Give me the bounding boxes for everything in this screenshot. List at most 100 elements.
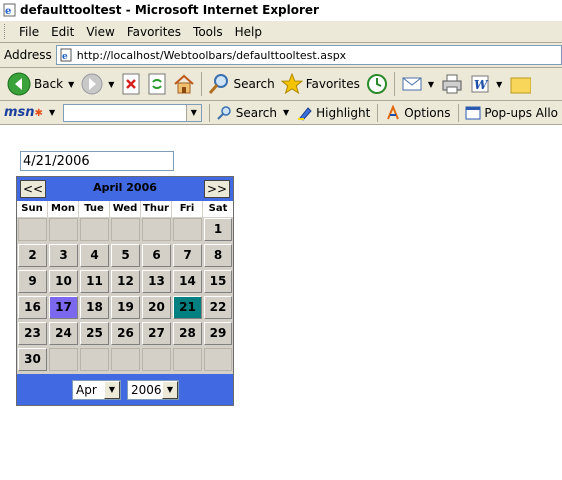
home-icon — [174, 74, 195, 94]
page-content: 4/21/2006 << April 2006 >> Sun Mon Tue W… — [0, 125, 562, 480]
chevron-down-icon[interactable]: ▼ — [104, 381, 120, 399]
calendar-empty-cell — [80, 218, 109, 241]
dow-mon: Mon — [48, 201, 79, 217]
msn-toolbar: msn✱ ▼ ▼ Search ▼ Highlight Options Pop-… — [0, 101, 562, 125]
calendar-day-1[interactable]: 1 — [204, 218, 232, 241]
calendar-day-25[interactable]: 25 — [80, 322, 109, 345]
calendar-day-18[interactable]: 18 — [80, 296, 109, 319]
print-button[interactable] — [438, 70, 466, 98]
print-icon — [442, 74, 462, 94]
year-select[interactable]: 2006 ▼ — [127, 380, 179, 400]
calendar-empty-cell — [204, 348, 232, 371]
highlighter-icon — [298, 106, 312, 121]
refresh-icon — [148, 73, 166, 95]
calendar-day-8[interactable]: 8 — [204, 244, 232, 267]
calendar-day-15[interactable]: 15 — [204, 270, 232, 293]
calendar-day-4[interactable]: 4 — [80, 244, 109, 267]
home-button[interactable] — [170, 70, 198, 98]
address-field[interactable]: e http://localhost/Webtoolbars/defaultto… — [55, 45, 562, 65]
folder-icon — [510, 77, 532, 94]
calendar-header: << April 2006 >> — [17, 177, 233, 201]
calendar-day-12[interactable]: 12 — [111, 270, 140, 293]
menu-edit[interactable]: Edit — [45, 25, 80, 39]
dow-fri: Fri — [172, 201, 203, 217]
date-input[interactable]: 4/21/2006 — [20, 151, 174, 171]
msn-search-input[interactable]: ▼ — [63, 103, 202, 122]
day-of-week-row: Sun Mon Tue Wed Thur Fri Sat — [17, 201, 233, 217]
stop-icon — [122, 73, 140, 95]
chevron-down-icon[interactable]: ▼ — [162, 381, 178, 399]
calendar-day-16[interactable]: 16 — [18, 296, 47, 319]
mail-button[interactable] — [398, 70, 426, 98]
menu-bar: File Edit View Favorites Tools Help — [0, 20, 562, 43]
calendar-day-17[interactable]: 17 — [49, 296, 78, 319]
forward-dropdown-icon[interactable]: ▼ — [108, 80, 114, 89]
calendar-day-27[interactable]: 27 — [142, 322, 171, 345]
calendar-day-23[interactable]: 23 — [18, 322, 47, 345]
calendar-day-3[interactable]: 3 — [49, 244, 78, 267]
menu-help[interactable]: Help — [229, 25, 268, 39]
popup-window-icon — [465, 106, 481, 119]
calendar-day-26[interactable]: 26 — [111, 322, 140, 345]
menu-file[interactable]: File — [13, 25, 45, 39]
calendar-day-13[interactable]: 13 — [142, 270, 171, 293]
calendar-day-24[interactable]: 24 — [49, 322, 78, 345]
menu-tools[interactable]: Tools — [187, 25, 229, 39]
options-button[interactable]: Options — [381, 104, 454, 121]
msn-search-button[interactable]: Search — [213, 105, 281, 121]
refresh-button[interactable] — [144, 70, 170, 98]
search-icon — [217, 105, 231, 120]
calendar-day-19[interactable]: 19 — [111, 296, 140, 319]
calendar-day-11[interactable]: 11 — [80, 270, 109, 293]
calendar-empty-cell — [18, 218, 47, 241]
standard-toolbar: Back ▼ ▼ Search Favorites ▼ W ▼ — [0, 68, 562, 101]
history-button[interactable] — [363, 70, 391, 98]
butterfly-icon: ✱ — [34, 108, 43, 119]
next-month-button[interactable]: >> — [204, 180, 230, 198]
calendar-day-21[interactable]: 21 — [173, 296, 202, 319]
back-dropdown-icon[interactable]: ▼ — [68, 80, 74, 89]
month-title: April 2006 — [93, 181, 157, 194]
calendar-day-28[interactable]: 28 — [173, 322, 202, 345]
menu-view[interactable]: View — [80, 25, 120, 39]
calendar-day-10[interactable]: 10 — [49, 270, 78, 293]
favorites-button[interactable]: Favorites — [278, 70, 363, 98]
stop-button[interactable] — [118, 70, 144, 98]
back-button[interactable]: Back — [4, 70, 66, 98]
title-bar: e defaulttooltest - Microsoft Internet E… — [0, 0, 562, 20]
calendar-day-29[interactable]: 29 — [204, 322, 232, 345]
calendar-empty-cell — [173, 218, 202, 241]
star-icon — [280, 73, 303, 95]
edit-dropdown-icon[interactable]: ▼ — [496, 80, 502, 89]
month-select[interactable]: Apr ▼ — [72, 380, 121, 400]
discuss-button[interactable] — [506, 70, 534, 98]
calendar-day-9[interactable]: 9 — [18, 270, 47, 293]
msn-dropdown-icon[interactable]: ▼ — [49, 108, 55, 117]
forward-button[interactable] — [78, 70, 106, 98]
calendar-day-20[interactable]: 20 — [142, 296, 171, 319]
search-button[interactable]: Search — [205, 70, 277, 98]
calendar-day-14[interactable]: 14 — [173, 270, 202, 293]
options-icon — [387, 104, 400, 119]
msn-search-dropdown-arrow-icon[interactable]: ▼ — [283, 108, 289, 117]
calendar-day-30[interactable]: 30 — [18, 348, 47, 371]
popups-label: Pop-ups Allo — [484, 105, 558, 120]
back-label: Back — [34, 77, 64, 91]
calendar-day-5[interactable]: 5 — [111, 244, 140, 267]
calendar-day-22[interactable]: 22 — [204, 296, 232, 319]
mail-dropdown-icon[interactable]: ▼ — [428, 80, 434, 89]
edit-button[interactable]: W — [466, 70, 494, 98]
prev-month-button[interactable]: << — [20, 180, 46, 198]
calendar-day-6[interactable]: 6 — [142, 244, 171, 267]
highlight-button[interactable]: Highlight — [293, 105, 374, 121]
calendar-day-7[interactable]: 7 — [173, 244, 202, 267]
back-arrow-icon — [7, 72, 31, 96]
msn-logo[interactable]: msn✱ — [4, 105, 43, 120]
calendar-day-2[interactable]: 2 — [18, 244, 47, 267]
msn-search-dropdown-icon[interactable]: ▼ — [185, 104, 201, 121]
options-label: Options — [404, 105, 451, 120]
calendar-empty-cell — [111, 218, 140, 241]
menu-favorites[interactable]: Favorites — [121, 25, 187, 39]
popups-button[interactable]: Pop-ups Allo — [461, 105, 562, 121]
search-icon — [209, 74, 229, 94]
